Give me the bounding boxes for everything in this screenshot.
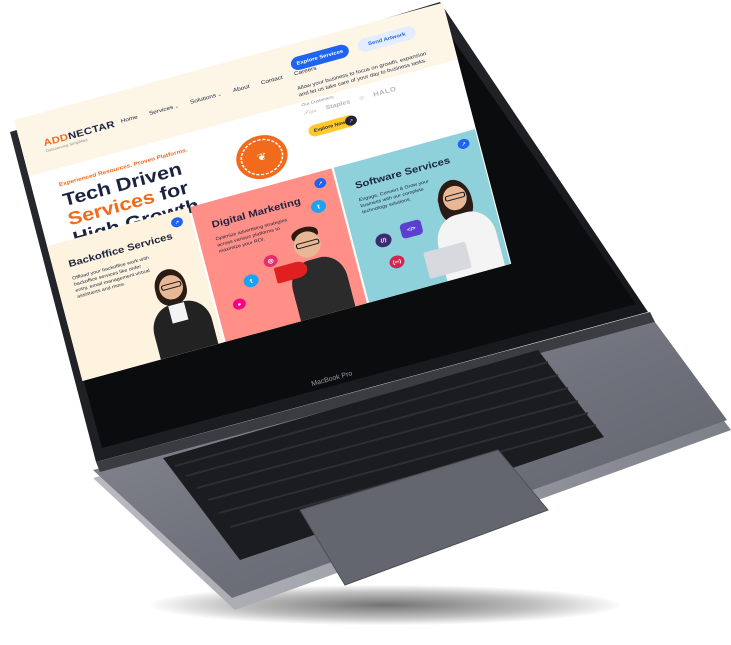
stage: MacBook Pro ADDNECTAR Outsourcing Simpli… (0, 0, 731, 645)
chevron-down-icon: ⌄ (217, 91, 223, 98)
arrow-up-right-icon[interactable]: ↗ (169, 215, 185, 229)
wordpress-icon: {/} (373, 231, 394, 250)
flickr-icon: ● (231, 297, 247, 311)
php-icon: {∞} (388, 253, 406, 270)
code-icon: </> (398, 218, 424, 240)
chevron-down-icon: ⌄ (174, 103, 180, 109)
arrow-up-right-icon[interactable]: ↗ (456, 137, 471, 151)
customer-logo-signature: 𝒮𝒾𝑔𝓃 (303, 107, 317, 116)
twitter-icon: t (242, 272, 261, 289)
customer-logo-emblem: ◎ (358, 94, 365, 101)
twitter-icon: t (309, 198, 328, 215)
arrow-up-right-icon[interactable]: ↗ (313, 176, 328, 190)
customer-logo-halo: HALO (372, 84, 398, 98)
